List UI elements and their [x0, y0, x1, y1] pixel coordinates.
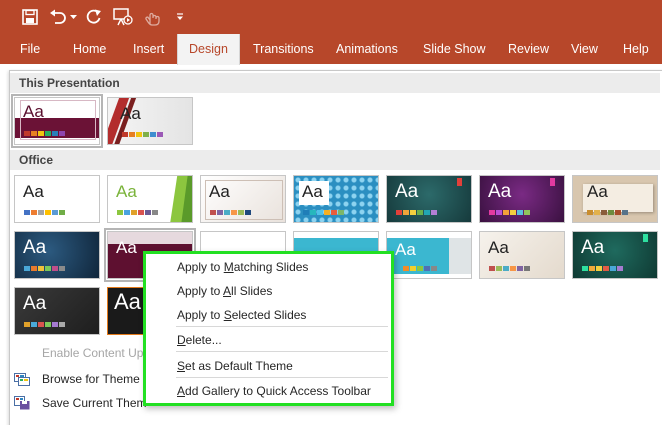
theme-thumb-current[interactable]: Aa [11, 94, 103, 148]
theme-thumb-label: Aa [488, 181, 512, 202]
menu-text: Apply to [177, 260, 224, 274]
menu-text: atching Slides [233, 260, 309, 274]
theme-thumb-label: Aa [488, 238, 509, 257]
menu-separator [176, 351, 388, 352]
theme-thumb-label: Aa [23, 182, 44, 201]
theme-thumb-office[interactable]: Aa [14, 175, 100, 223]
slideshow-from-start-icon[interactable] [112, 6, 134, 28]
theme-thumb-label: Aa [23, 237, 47, 258]
theme-thumb-facet[interactable]: Aa [107, 175, 193, 223]
menu-text: ll Slides [231, 284, 273, 298]
menu-text: Apply to [177, 284, 224, 298]
tab-insert[interactable]: Insert [131, 34, 166, 64]
theme-thumb-slice[interactable]: Aa [14, 231, 100, 279]
theme-thumb-presentation-2[interactable]: Aa [107, 97, 193, 145]
theme-thumb-integral[interactable]: Aa [200, 175, 286, 223]
theme-thumb-ion-boardroom[interactable]: Aa [293, 175, 379, 223]
save-icon[interactable] [20, 6, 40, 28]
theme-thumb-label: Aa [209, 182, 230, 201]
theme-thumb-label: Aa [395, 181, 419, 202]
theme-thumb-mesh[interactable]: Aa [14, 287, 100, 335]
theme-thumb-label: Aa [120, 104, 141, 123]
theme-thumb-label: Aa [302, 182, 323, 201]
tab-help[interactable]: Help [621, 34, 651, 64]
tab-file[interactable]: File [18, 34, 42, 64]
undo-dropdown-chevron-down-icon[interactable] [68, 6, 78, 28]
tab-design[interactable]: Design [177, 34, 240, 65]
theme-thumb-ion[interactable]: Aa [386, 175, 472, 223]
access-key: M [223, 260, 234, 274]
theme-thumb-label: Aa [395, 240, 416, 259]
theme-thumb-label: Aa [581, 237, 605, 258]
delete-theme-menu-item[interactable]: Delete... [177, 333, 222, 347]
menu-text: elete... [185, 333, 222, 347]
apply-to-matching-slides-menu-item[interactable]: Apply to Matching Slides [177, 260, 308, 274]
touch-mode-icon[interactable] [142, 6, 164, 28]
tab-slide-show[interactable]: Slide Show [421, 34, 488, 64]
add-gallery-to-qat-menu-item[interactable]: Add Gallery to Quick Access Toolbar [177, 384, 371, 398]
title-bar [0, 0, 662, 34]
theme-thumb-organic[interactable]: Aa [479, 175, 565, 223]
theme-thumb-label: Aa [116, 238, 137, 257]
ribbon-tabs: File Home Insert Design Transitions Anim… [0, 34, 662, 65]
theme-thumb-main-event[interactable]: Aa [572, 231, 658, 279]
theme-thumb-label: Aa [114, 289, 141, 314]
menu-text: et as Default Theme [185, 359, 293, 373]
access-key: S [177, 359, 186, 373]
enable-content-updates-menu-item: Enable Content Up [42, 346, 144, 360]
browse-for-themes-menu-item[interactable]: Browse for Theme [42, 372, 140, 386]
set-as-default-theme-menu-item[interactable]: Set as Default Theme [177, 359, 293, 373]
browse-themes-icon [14, 372, 30, 386]
undo-icon[interactable] [48, 6, 68, 28]
theme-thumb-label: Aa [587, 182, 608, 201]
tab-home[interactable]: Home [71, 34, 108, 64]
section-this-presentation: This Presentation [10, 73, 660, 93]
tab-review[interactable]: Review [506, 34, 551, 64]
menu-text: dd Gallery to Quick Access Toolbar [185, 384, 371, 398]
menu-text: Apply to [177, 308, 224, 322]
menu-text: elected Slides [231, 308, 307, 322]
save-current-theme-icon [14, 396, 30, 410]
save-current-theme-menu-item[interactable]: Save Current Them [42, 396, 147, 410]
tab-view[interactable]: View [569, 34, 600, 64]
menu-separator [176, 326, 388, 327]
theme-thumb-label: Aa [23, 102, 44, 121]
section-office: Office [10, 150, 660, 170]
theme-context-menu: Apply to Matching Slides Apply to All Sl… [143, 251, 394, 406]
theme-thumb-label: Aa [116, 182, 137, 201]
access-key: S [223, 308, 232, 322]
menu-separator [176, 377, 388, 378]
access-key: A [223, 284, 232, 298]
theme-thumb-droplet[interactable]: Aa [386, 231, 472, 279]
apply-to-all-slides-menu-item[interactable]: Apply to All Slides [177, 284, 272, 298]
redo-icon[interactable] [84, 6, 104, 28]
tab-transitions[interactable]: Transitions [251, 34, 316, 64]
theme-thumb-label: Aa [23, 293, 47, 314]
theme-thumb-retrospect[interactable]: Aa [572, 175, 658, 223]
customize-qat-icon[interactable] [174, 6, 186, 28]
access-key: D [177, 333, 186, 347]
tab-animations[interactable]: Animations [334, 34, 400, 64]
access-key: A [177, 384, 186, 398]
apply-to-selected-slides-menu-item[interactable]: Apply to Selected Slides [177, 308, 306, 322]
theme-thumb-gallery[interactable]: Aa [479, 231, 565, 279]
